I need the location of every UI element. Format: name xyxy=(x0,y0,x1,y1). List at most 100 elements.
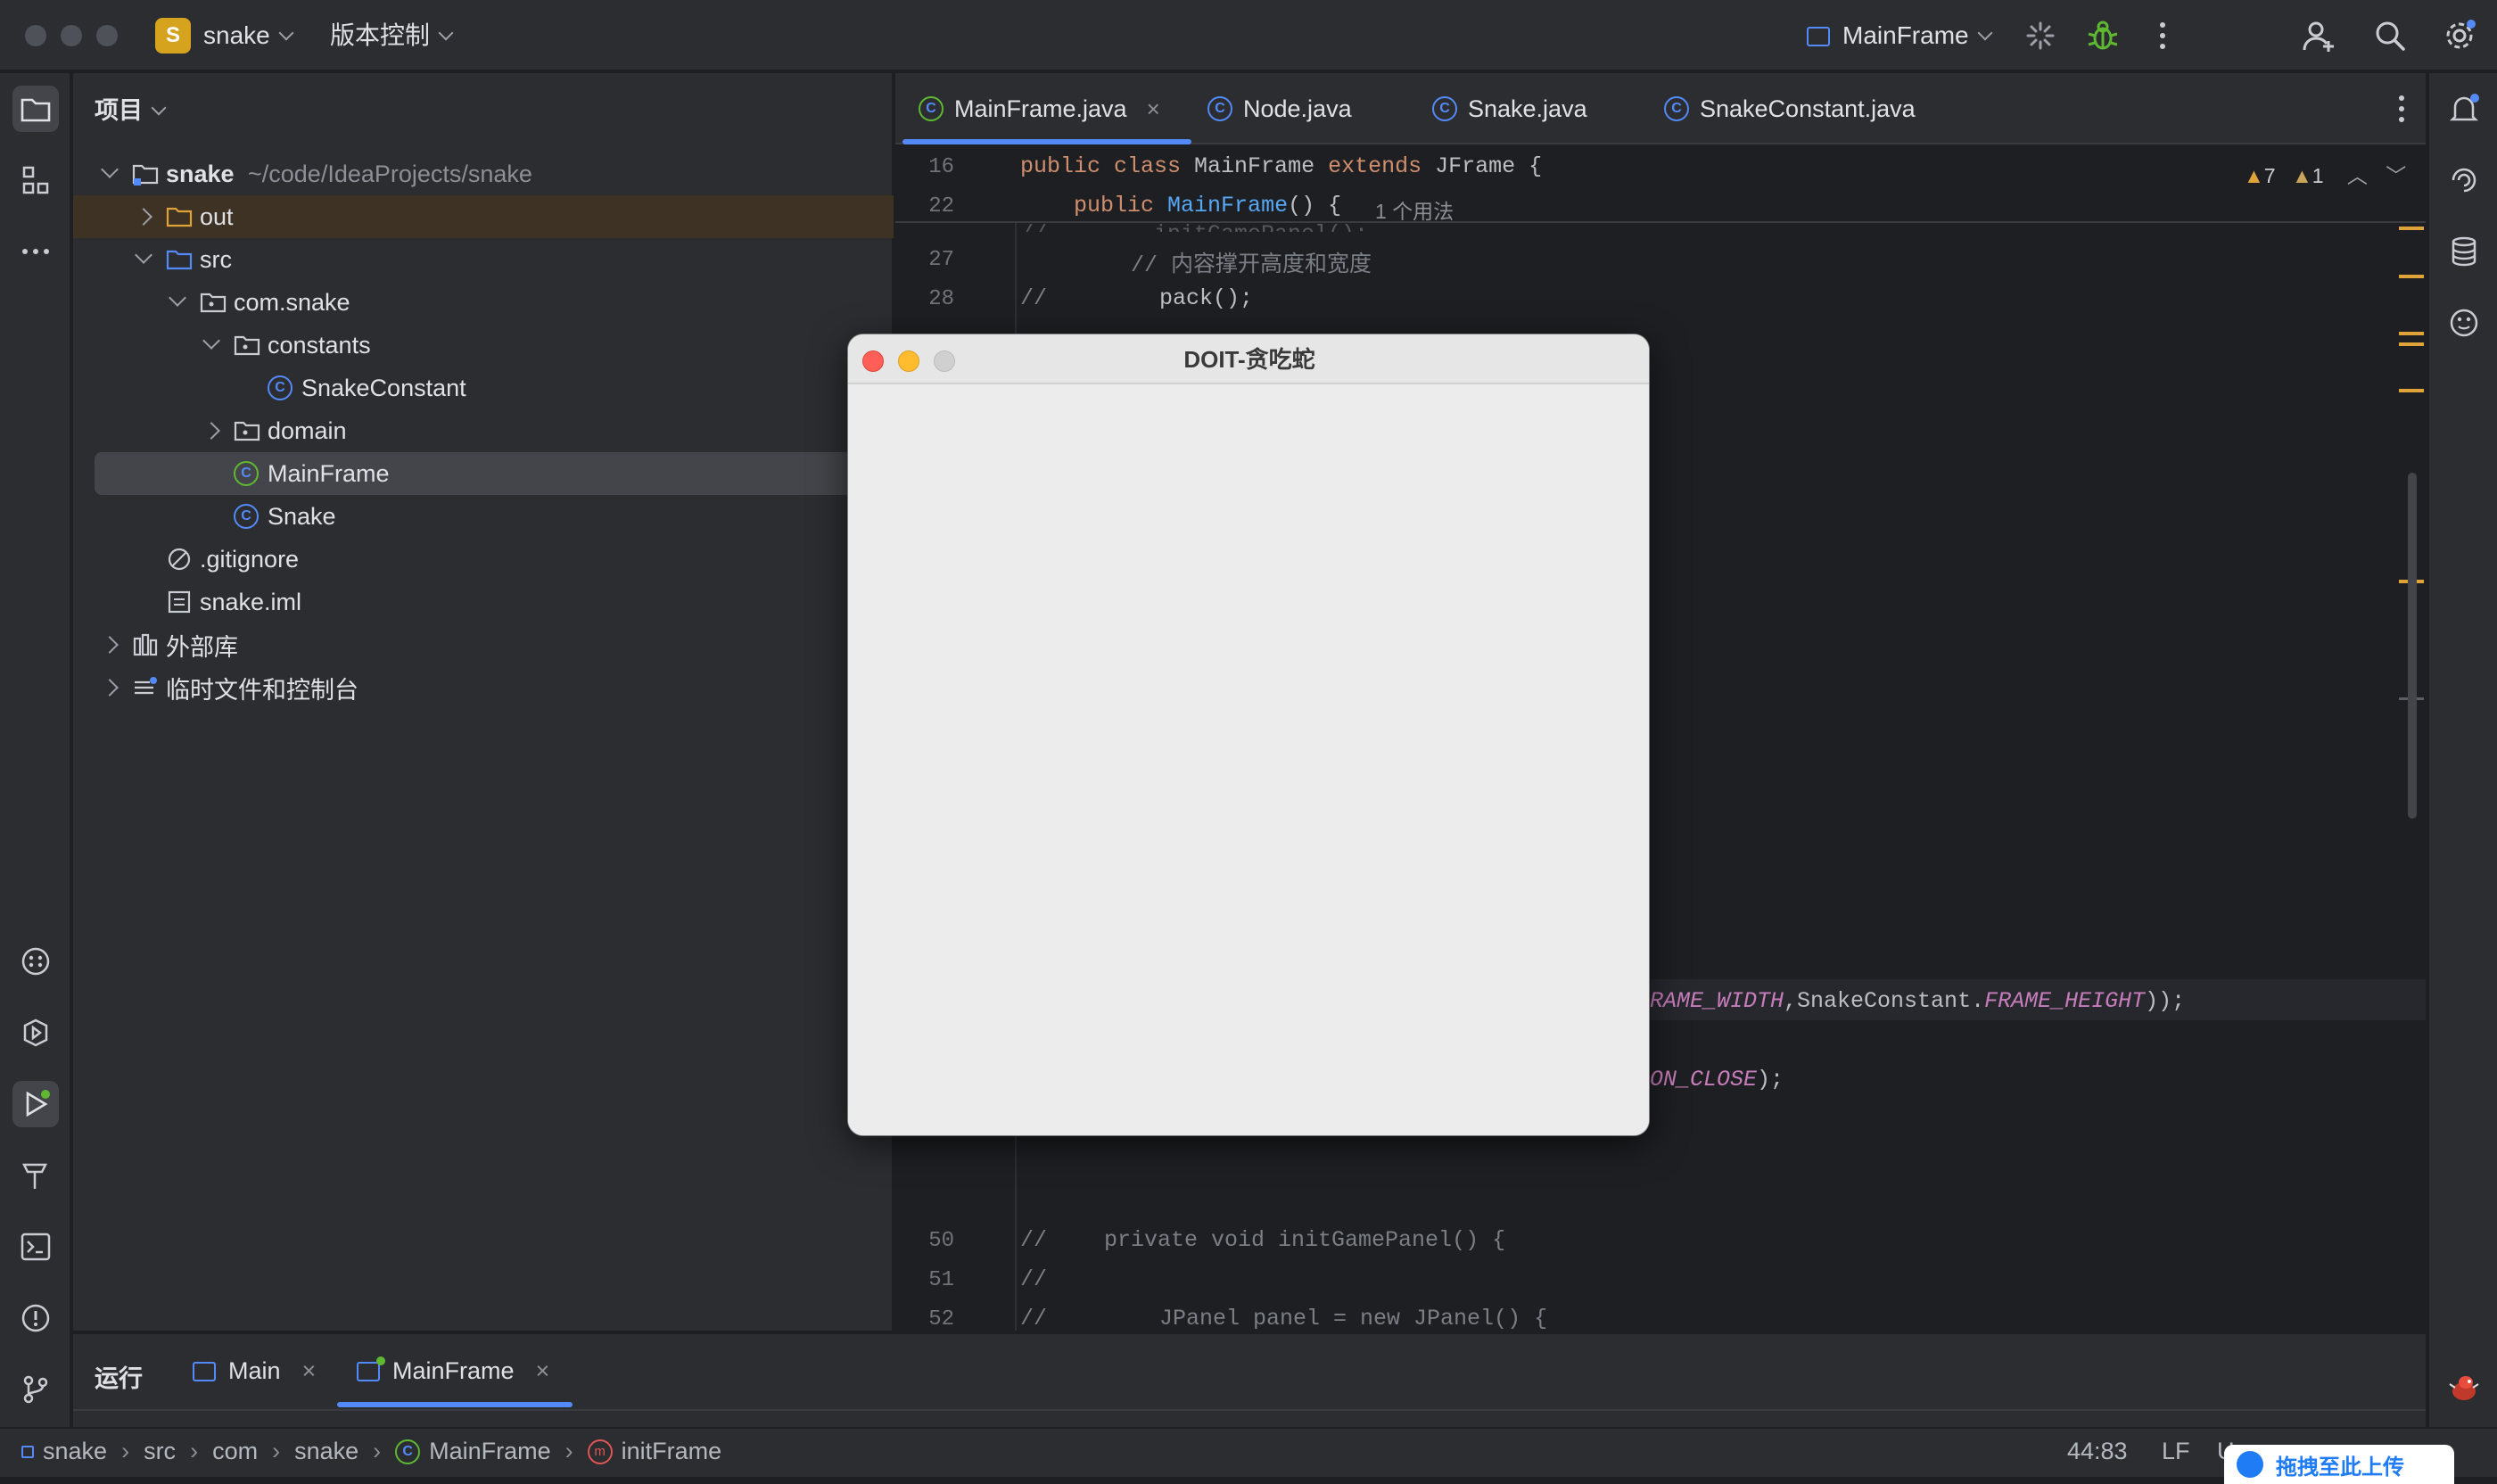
breadcrumb-item[interactable]: snake xyxy=(294,1438,358,1465)
tab-mainframe-java[interactable]: C MainFrame.java × xyxy=(919,73,1160,144)
run-tool-button[interactable] xyxy=(12,1081,59,1127)
window-close-button[interactable] xyxy=(25,25,46,46)
breadcrumb-item[interactable]: MainFrame xyxy=(429,1438,551,1465)
line-separator[interactable]: LF xyxy=(2162,1438,2190,1465)
editor-scrollbar[interactable] xyxy=(2408,473,2417,819)
tab-actions-icon[interactable] xyxy=(2388,93,2415,125)
window-minimize-button[interactable] xyxy=(61,25,82,46)
line-number: 22 xyxy=(928,194,954,218)
line-number: 27 xyxy=(928,248,954,272)
upload-popup-text: 拖拽至此上传 xyxy=(2276,1455,2404,1480)
warning-marker[interactable] xyxy=(2399,227,2424,230)
chevron-up-icon[interactable]: ︿ xyxy=(2347,164,2368,187)
breadcrumb: snake › src › com › snake › C MainFrame … xyxy=(21,1438,721,1465)
game-panel[interactable] xyxy=(848,386,1649,1135)
active-tab-indicator xyxy=(902,139,1191,144)
debug-button[interactable] xyxy=(2085,18,2121,54)
code-line-22[interactable]: public MainFrame() { xyxy=(1020,193,1341,218)
usages-hint[interactable]: 1 个用法 xyxy=(1375,194,1454,225)
tree-row-gitignore[interactable]: .gitignore xyxy=(73,538,894,581)
warning-marker[interactable] xyxy=(2399,332,2424,335)
breadcrumb-item[interactable]: com xyxy=(212,1438,258,1465)
close-tab-icon[interactable]: × xyxy=(536,1357,550,1385)
code-line-52[interactable]: JPanel panel = new JPanel() { xyxy=(1159,1306,1547,1331)
caret-position[interactable]: 44:83 xyxy=(2067,1438,2128,1465)
code-with-me-icon[interactable] xyxy=(2441,1364,2487,1411)
close-tab-icon[interactable]: × xyxy=(302,1357,317,1385)
settings-gear-icon[interactable] xyxy=(2442,18,2477,54)
close-tab-icon[interactable]: × xyxy=(1147,95,1160,123)
run-panel-divider xyxy=(73,1409,2426,1411)
tree-row-project-root[interactable]: snake ~/code/IdeaProjects/snake xyxy=(73,153,894,195)
chevron-down-icon[interactable]: ﹀ xyxy=(2386,164,2406,187)
problems-tool-button[interactable] xyxy=(12,1295,59,1341)
tree-row-external-libraries[interactable]: 外部库 xyxy=(73,623,894,666)
inspection-widget[interactable]: ▲7 ▲1 ︿ ﹀ xyxy=(2244,159,2406,189)
plugins-tool-button[interactable] xyxy=(12,938,59,985)
project-tool-button[interactable] xyxy=(12,86,59,132)
code-line-27[interactable]: // 内容撑开高度和宽度 xyxy=(1131,246,1372,278)
ai-assistant-icon[interactable] xyxy=(2441,157,2487,203)
application-icon xyxy=(193,1361,216,1381)
run-tab-mainframe[interactable]: MainFrame × xyxy=(357,1356,550,1385)
search-icon[interactable] xyxy=(2372,18,2408,54)
build-hammer-icon[interactable] xyxy=(12,1152,59,1199)
tab-node-java[interactable]: C Node.java xyxy=(1207,73,1352,144)
comment-marker: // xyxy=(1020,1306,1048,1331)
class-icon: C xyxy=(1207,96,1232,121)
more-tools-icon[interactable] xyxy=(12,228,59,275)
project-switcher[interactable]: snake xyxy=(203,20,294,52)
game-window-minimize-button[interactable] xyxy=(898,350,919,372)
breadcrumb-item[interactable]: snake xyxy=(43,1438,107,1465)
code-fragment-frame-size[interactable]: RAME_WIDTH,SnakeConstant.FRAME_HEIGHT)); xyxy=(1650,988,2185,1014)
game-window-zoom-button[interactable] xyxy=(934,350,955,372)
tree-row-src[interactable]: src xyxy=(73,238,894,281)
tree-row-scratches[interactable]: 临时文件和控制台 xyxy=(73,666,894,709)
breadcrumb-item[interactable]: initFrame xyxy=(622,1438,722,1465)
tree-row-snake[interactable]: C Snake xyxy=(73,495,894,538)
plugins-icon[interactable] xyxy=(2441,300,2487,346)
tree-row-out[interactable]: out xyxy=(73,195,894,238)
tree-row-constants[interactable]: constants xyxy=(73,324,894,367)
terminal-tool-button[interactable] xyxy=(12,1224,59,1270)
code-fragment-close-op[interactable]: ON_CLOSE); xyxy=(1650,1067,1784,1092)
structure-tool-button[interactable] xyxy=(12,157,59,203)
notifications-bell-icon[interactable] xyxy=(2441,86,2487,132)
add-user-icon[interactable] xyxy=(2301,18,2336,54)
game-window-title: DOIT-贪吃蛇 xyxy=(1183,346,1315,373)
tab-snakeconstant-java[interactable]: C SnakeConstant.java xyxy=(1664,73,1916,144)
warning-marker[interactable] xyxy=(2399,342,2424,346)
warning-icon: ▲ xyxy=(2244,164,2264,187)
tab-label: SnakeConstant.java xyxy=(1700,95,1916,122)
vcs-menu[interactable]: 版本控制 xyxy=(330,20,454,52)
code-line-50[interactable]: private void initGamePanel() { xyxy=(1104,1227,1505,1253)
game-window-close-button[interactable] xyxy=(862,350,884,372)
tree-row-mainframe[interactable]: C MainFrame xyxy=(95,452,894,495)
line-number: 51 xyxy=(928,1268,954,1292)
tree-label: SnakeConstant xyxy=(301,374,466,401)
window-zoom-button[interactable] xyxy=(96,25,118,46)
tree-row-snake-iml[interactable]: snake.iml xyxy=(73,581,894,623)
git-branch-icon[interactable] xyxy=(12,1366,59,1413)
tab-snake-java[interactable]: C Snake.java xyxy=(1432,73,1587,144)
game-window-titlebar[interactable]: DOIT-贪吃蛇 xyxy=(848,334,1649,384)
code-line-28[interactable]: pack(); xyxy=(1159,285,1253,311)
tree-row-com-snake[interactable]: com.snake xyxy=(73,281,894,324)
project-view-selector[interactable]: 项目 xyxy=(95,91,167,126)
game-window[interactable]: DOIT-贪吃蛇 xyxy=(847,334,1650,1136)
project-avatar[interactable]: S xyxy=(155,18,191,54)
warning-marker[interactable] xyxy=(2399,275,2424,278)
run-config-selector[interactable]: MainFrame xyxy=(1807,20,1993,52)
database-icon[interactable] xyxy=(2441,228,2487,275)
code-line-16[interactable]: public class MainFrame extends JFrame { xyxy=(1020,153,1542,179)
warning-marker[interactable] xyxy=(2399,389,2424,392)
services-tool-button[interactable] xyxy=(12,1010,59,1056)
run-tab-main[interactable]: Main × xyxy=(193,1357,316,1385)
more-actions-icon[interactable] xyxy=(2149,20,2176,52)
upload-drop-popup[interactable]: 拖拽至此上传 xyxy=(2224,1445,2454,1484)
run-tool-window: 运行 Main × MainFrame × xyxy=(73,1332,2426,1427)
tree-row-snakeconstant[interactable]: C SnakeConstant xyxy=(73,367,894,409)
tree-row-domain[interactable]: domain xyxy=(73,409,894,452)
comment-marker: // xyxy=(1020,1266,1048,1292)
breadcrumb-item[interactable]: src xyxy=(144,1438,176,1465)
